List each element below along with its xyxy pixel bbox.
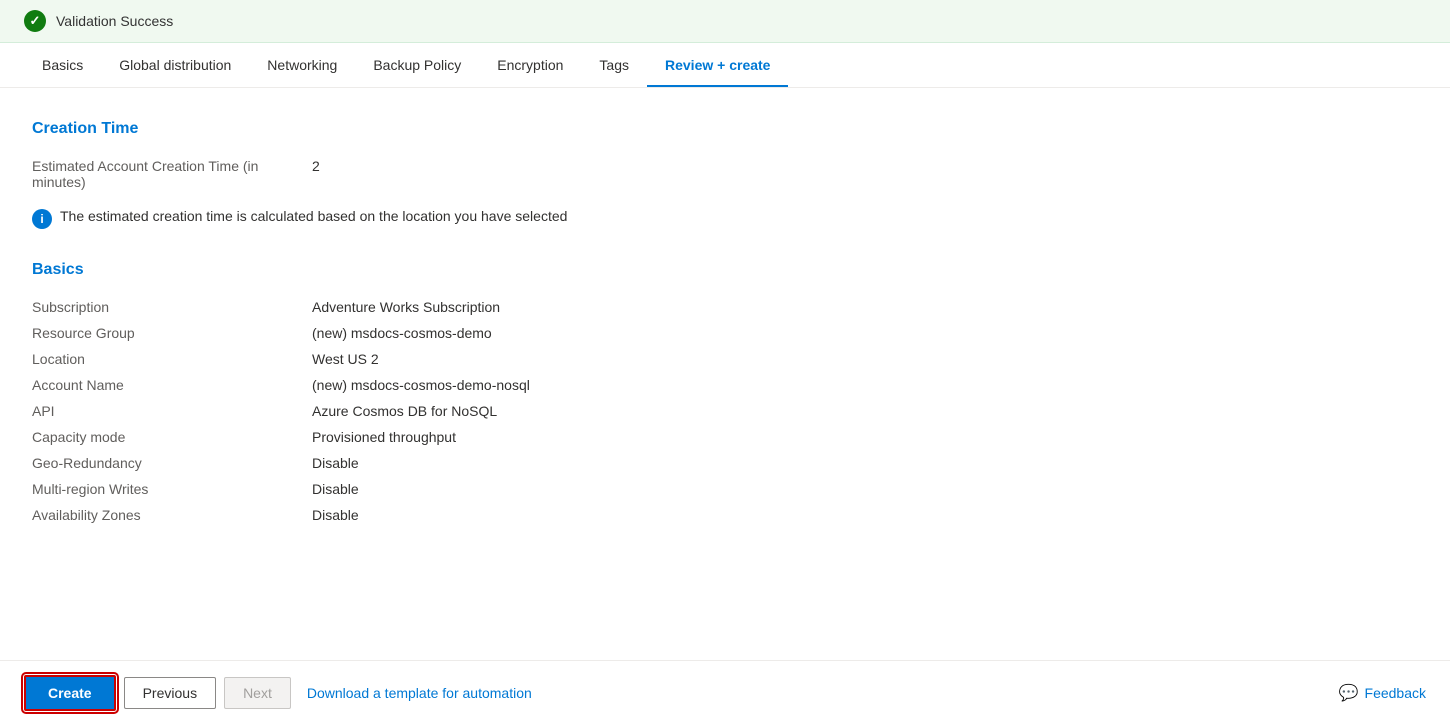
- location-label: Location: [32, 351, 312, 367]
- create-button[interactable]: Create: [24, 675, 116, 711]
- validation-banner: ✓ Validation Success: [0, 0, 1450, 43]
- validation-text: Validation Success: [56, 13, 173, 29]
- capacity-mode-value: Provisioned throughput: [312, 429, 456, 445]
- main-content: Creation Time Estimated Account Creation…: [0, 88, 1000, 609]
- estimated-time-row: Estimated Account Creation Time (in minu…: [32, 154, 968, 194]
- resource-group-row: Resource Group (new) msdocs-cosmos-demo: [32, 321, 968, 345]
- capacity-mode-row: Capacity mode Provisioned throughput: [32, 425, 968, 449]
- feedback-button[interactable]: 💬 Feedback: [1339, 683, 1426, 703]
- multi-region-writes-label: Multi-region Writes: [32, 481, 312, 497]
- api-label: API: [32, 403, 312, 419]
- subscription-value: Adventure Works Subscription: [312, 299, 500, 315]
- download-template-link[interactable]: Download a template for automation: [307, 685, 532, 701]
- creation-time-note: i The estimated creation time is calcula…: [32, 204, 968, 233]
- tabs-navigation: Basics Global distribution Networking Ba…: [0, 43, 1450, 88]
- geo-redundancy-value: Disable: [312, 455, 359, 471]
- location-value: West US 2: [312, 351, 379, 367]
- account-name-label: Account Name: [32, 377, 312, 393]
- availability-zones-value: Disable: [312, 507, 359, 523]
- capacity-mode-label: Capacity mode: [32, 429, 312, 445]
- feedback-label: Feedback: [1365, 685, 1426, 701]
- multi-region-writes-value: Disable: [312, 481, 359, 497]
- availability-zones-label: Availability Zones: [32, 507, 312, 523]
- creation-time-title: Creation Time: [32, 120, 968, 138]
- creation-time-section: Creation Time Estimated Account Creation…: [32, 120, 968, 233]
- info-note-text: The estimated creation time is calculate…: [60, 208, 567, 224]
- location-row: Location West US 2: [32, 347, 968, 371]
- geo-redundancy-row: Geo-Redundancy Disable: [32, 451, 968, 475]
- tab-tags[interactable]: Tags: [581, 43, 647, 87]
- resource-group-value: (new) msdocs-cosmos-demo: [312, 325, 492, 341]
- availability-zones-row: Availability Zones Disable: [32, 503, 968, 527]
- resource-group-label: Resource Group: [32, 325, 312, 341]
- tab-networking[interactable]: Networking: [249, 43, 355, 87]
- tab-encryption[interactable]: Encryption: [479, 43, 581, 87]
- validation-check-icon: ✓: [24, 10, 46, 32]
- tab-global-distribution[interactable]: Global distribution: [101, 43, 249, 87]
- info-icon: i: [32, 209, 52, 229]
- tab-review-create[interactable]: Review + create: [647, 43, 788, 87]
- tab-basics[interactable]: Basics: [24, 43, 101, 87]
- estimated-time-label: Estimated Account Creation Time (in minu…: [32, 158, 312, 190]
- account-name-value: (new) msdocs-cosmos-demo-nosql: [312, 377, 530, 393]
- tab-backup-policy[interactable]: Backup Policy: [355, 43, 479, 87]
- api-row: API Azure Cosmos DB for NoSQL: [32, 399, 968, 423]
- basics-section: Basics Subscription Adventure Works Subs…: [32, 261, 968, 527]
- api-value: Azure Cosmos DB for NoSQL: [312, 403, 497, 419]
- subscription-row: Subscription Adventure Works Subscriptio…: [32, 295, 968, 319]
- next-button: Next: [224, 677, 291, 709]
- previous-button[interactable]: Previous: [124, 677, 216, 709]
- feedback-icon: 💬: [1339, 683, 1359, 703]
- subscription-label: Subscription: [32, 299, 312, 315]
- geo-redundancy-label: Geo-Redundancy: [32, 455, 312, 471]
- footer-bar: Create Previous Next Download a template…: [0, 660, 1450, 725]
- multi-region-writes-row: Multi-region Writes Disable: [32, 477, 968, 501]
- estimated-time-value: 2: [312, 158, 320, 174]
- basics-title: Basics: [32, 261, 968, 279]
- account-name-row: Account Name (new) msdocs-cosmos-demo-no…: [32, 373, 968, 397]
